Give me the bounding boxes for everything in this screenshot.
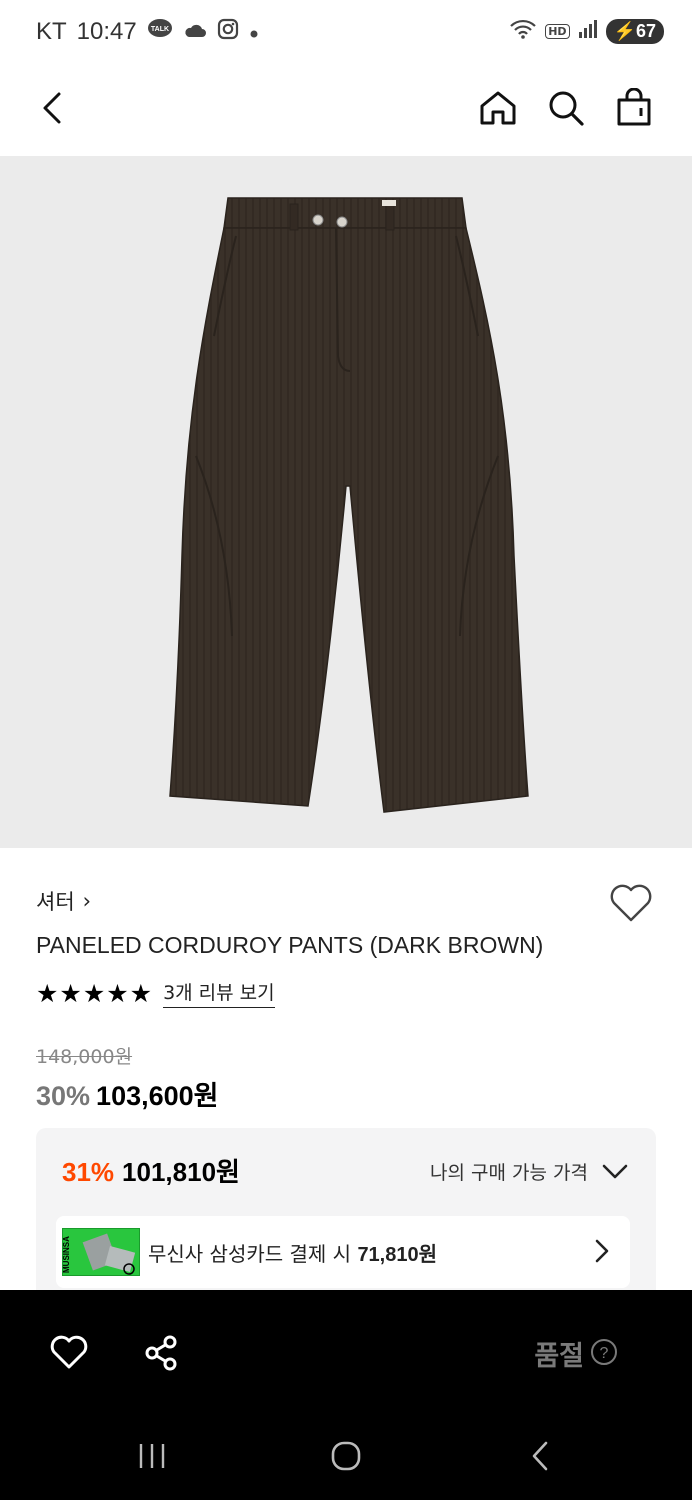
cloud-icon — [183, 20, 207, 45]
best-price: 101,810원 — [122, 1157, 240, 1187]
kakaotalk-icon: TALK — [147, 18, 173, 46]
best-discount-rate: 31% — [62, 1157, 115, 1187]
soldout-label: 품절 — [534, 1341, 584, 1372]
shopping-bag-icon — [617, 88, 651, 126]
star-rating: ★★★★★ — [36, 978, 154, 1008]
musinsa-card-thumbnail: MUSINSA — [62, 1228, 140, 1276]
chevron-left-icon — [532, 1441, 548, 1471]
instagram-icon — [217, 18, 239, 46]
search-icon — [549, 91, 584, 126]
card-offer-price: 71,810원 — [357, 1244, 438, 1266]
hd-voice-icon: HD — [545, 23, 570, 39]
discount-rate: 30% — [36, 1081, 91, 1111]
corduroy-pants-illustration — [169, 197, 529, 813]
my-price-toggle[interactable]: 나의 구매 가능 가격 — [430, 1158, 628, 1185]
home-nav-button[interactable] — [316, 1434, 376, 1478]
bottom-action-bar: 품절 ? — [0, 1290, 692, 1414]
card-offer-text: 무신사 삼성카드 결제 시 71,810원 — [148, 1238, 437, 1267]
home-circle-icon — [331, 1441, 361, 1471]
wishlist-button[interactable] — [608, 882, 656, 930]
view-reviews-link[interactable]: 3개 리뷰 보기 — [163, 978, 275, 1008]
back-button[interactable] — [28, 84, 76, 132]
cart-button[interactable] — [610, 84, 658, 132]
svg-text:MUSINSA: MUSINSA — [63, 1236, 71, 1273]
product-title: PANELED CORDUROY PANTS (DARK BROWN) — [36, 932, 544, 958]
chevron-right-icon: › — [82, 889, 92, 913]
svg-text:TALK: TALK — [151, 26, 169, 33]
status-bar: KT 10:47 TALK HD ⚡67 — [0, 0, 692, 66]
question-circle-icon: ? — [591, 1339, 617, 1365]
wifi-icon — [509, 18, 537, 44]
recent-apps-icon — [139, 1444, 165, 1468]
signal-icon — [578, 19, 598, 43]
top-app-bar — [0, 66, 692, 156]
like-button[interactable] — [44, 1328, 94, 1378]
my-price-box: 31% 101,810원 나의 구매 가능 가격 MUSINSA 무신사 삼성카… — [36, 1128, 656, 1290]
search-button[interactable] — [542, 84, 590, 132]
share-icon — [145, 1335, 177, 1371]
chevron-right-icon — [594, 1238, 610, 1268]
soldout-help-button[interactable]: ? — [590, 1338, 618, 1370]
notification-dot-icon — [249, 20, 259, 45]
system-navigation-bar — [0, 1414, 692, 1500]
brand-link[interactable]: 셔터 › — [36, 886, 91, 916]
price-row: 30% 103,600원 — [36, 1074, 219, 1113]
sale-price: 103,600원 — [96, 1081, 219, 1111]
battery-indicator: ⚡67 — [605, 18, 664, 44]
svg-text:?: ? — [600, 1345, 609, 1362]
chevron-left-icon — [43, 92, 61, 124]
original-price: 148,000원 — [36, 1046, 133, 1068]
recent-apps-button[interactable] — [122, 1434, 182, 1478]
heart-outline-icon — [50, 1335, 88, 1369]
battery-level: 67 — [635, 20, 656, 41]
home-button[interactable] — [474, 84, 522, 132]
product-image[interactable] — [0, 156, 692, 848]
share-button[interactable] — [136, 1328, 186, 1378]
home-icon — [480, 91, 516, 125]
my-price-label: 나의 구매 가능 가격 — [430, 1162, 588, 1184]
chevron-down-icon — [602, 1164, 628, 1178]
carrier-label: KT — [36, 18, 67, 45]
card-offer-prefix: 무신사 삼성카드 결제 시 — [148, 1242, 358, 1266]
heart-outline-icon — [610, 884, 652, 922]
card-offer-row[interactable]: MUSINSA 무신사 삼성카드 결제 시 71,810원 — [56, 1216, 630, 1288]
rating-row: ★★★★★ 3개 리뷰 보기 — [36, 978, 275, 1008]
clock: 10:47 — [76, 18, 137, 45]
back-nav-button[interactable] — [510, 1434, 570, 1478]
brand-name: 셔터 — [36, 890, 75, 914]
